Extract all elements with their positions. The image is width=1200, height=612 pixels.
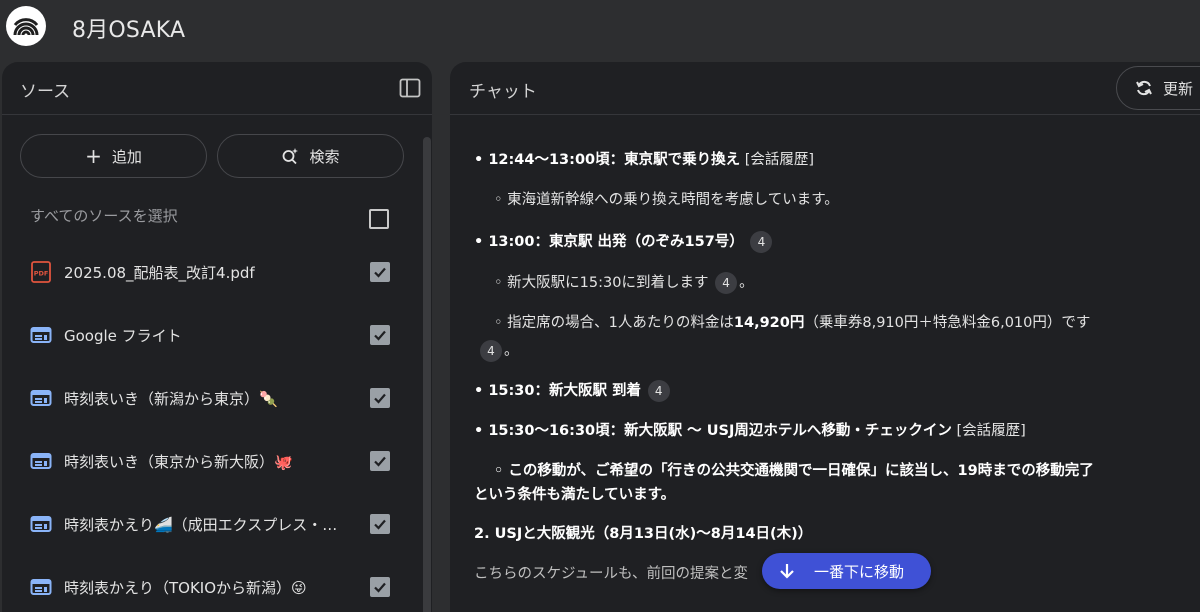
search-sparkle-icon [283,148,299,165]
citation-badge[interactable]: 4 [647,380,670,402]
scroll-to-bottom-label: 一番下に移動 [814,562,905,581]
chat-line: こちらのスケジュールも、前回の提案と変 [474,566,749,582]
chat-line: ◦ この移動が、ご希望の「行きの公共交通機関で一日確保」に該当し、19時までの移… [494,463,1094,479]
pdf-icon: PDF [31,261,51,283]
source-label: 時刻表いき（新潟から東京）🍡 [64,390,278,408]
web-source-icon [30,579,52,595]
scroll-to-bottom-button[interactable]: 一番下に移動 [762,553,931,589]
notebook-logo-icon[interactable] [6,6,46,46]
refresh-label: 更新 [1163,79,1194,98]
source-checkbox[interactable] [370,577,390,597]
add-source-label: 追加 [111,147,142,166]
checkmark-icon [374,330,386,341]
checkmark-icon [374,456,386,467]
discover-label: 検索 [309,147,340,166]
chat-heading: 2. USJと大阪観光（8月13日(水)〜8月14日(木)） [474,526,813,542]
top-bar: 8月OSAKA [0,0,1200,56]
source-item[interactable]: PDF 2025.08_配船表_改訂4.pdf [2,242,422,305]
plus-icon: + [85,144,102,168]
sources-title: ソース [20,82,71,102]
source-label: Google フライト [64,327,182,345]
chat-line: • 12:44〜13:00頃：東京駅で乗り換え [会話履歴] [474,152,815,168]
chat-line: • 13:00：東京駅 出発（のぞみ157号） 4 [474,231,774,253]
sources-panel: ソース + 追加 検索 すべてのソースを選択 PDF 2025.08_配船表_改… [2,62,432,612]
chat-messages: • 12:44〜13:00頃：東京駅で乗り換え [会話履歴] ◦ 東海道新幹線へ… [450,116,1200,612]
chat-line: • 15:30：新大阪駅 到着 4 [474,380,672,402]
source-checkbox[interactable] [370,388,390,408]
chat-line: という条件も満たしています。 [474,487,676,503]
citation-badge[interactable]: 4 [480,340,502,362]
checkmark-icon [374,393,386,404]
refresh-icon [1136,80,1152,96]
refresh-button[interactable]: 更新 [1116,66,1200,110]
web-source-icon [30,327,52,343]
sources-header: ソース [2,62,432,115]
source-checkbox[interactable] [370,514,390,534]
source-item[interactable]: 時刻表かえり（TOKIOから新潟）😜 [2,557,422,612]
source-item[interactable]: 時刻表いき（東京から新大阪）🐙 [2,431,422,494]
source-checkbox[interactable] [370,262,390,282]
citation-badge[interactable]: 4 [750,231,773,253]
chat-line: ◦ 東海道新幹線への乗り換え時間を考慮しています。 [494,192,839,208]
web-source-icon [30,453,52,469]
source-checkbox[interactable] [370,451,390,471]
add-source-button[interactable]: + 追加 [20,134,207,178]
source-checkbox[interactable] [370,325,390,345]
sources-scrollbar[interactable] [423,137,431,612]
citation-badge[interactable]: 4 [715,272,738,294]
chat-title: チャット [469,82,537,102]
chat-panel: チャット 更新 • 12:44〜13:00頃：東京駅で乗り換え [会話履歴] ◦… [450,62,1200,612]
select-all-label: すべてのソースを選択 [30,207,178,225]
checkmark-icon [374,519,386,530]
collapse-panel-icon[interactable] [398,76,422,100]
checkmark-icon [374,582,386,593]
source-label: 時刻表かえり（TOKIOから新潟）😜 [64,579,307,597]
chat-line: ◦ 新大阪駅に15:30に到着します 4。 [494,272,754,294]
chat-line: 4。 [478,340,519,362]
source-label: 時刻表いき（東京から新大阪）🐙 [64,453,293,471]
checkmark-icon [374,267,386,278]
web-source-icon [30,516,52,532]
arrow-down-icon [780,564,794,579]
source-list: PDF 2025.08_配船表_改訂4.pdf Google フライト 時刻表い… [2,242,422,612]
svg-text:PDF: PDF [34,270,49,278]
source-item[interactable]: Google フライト [2,305,422,368]
chat-line: ◦ 指定席の場合、1人あたりの料金は14,920円（乗車券8,910円＋特急料金… [494,315,1091,331]
chat-line: • 15:30〜16:30頃：新大阪駅 〜 USJ周辺ホテルへ移動・チェックイン… [474,423,1026,439]
source-label: 時刻表かえり🚄（成田エクスプレス・… [64,516,338,534]
source-item[interactable]: 時刻表いき（新潟から東京）🍡 [2,368,422,431]
select-all-checkbox[interactable] [369,209,389,229]
notebook-title[interactable]: 8月OSAKA [72,12,185,44]
source-label: 2025.08_配船表_改訂4.pdf [64,264,255,282]
discover-sources-button[interactable]: 検索 [217,134,404,178]
chat-header: チャット 更新 [450,62,1200,115]
source-item[interactable]: 時刻表かえり🚄（成田エクスプレス・… [2,494,422,557]
web-source-icon [30,390,52,406]
